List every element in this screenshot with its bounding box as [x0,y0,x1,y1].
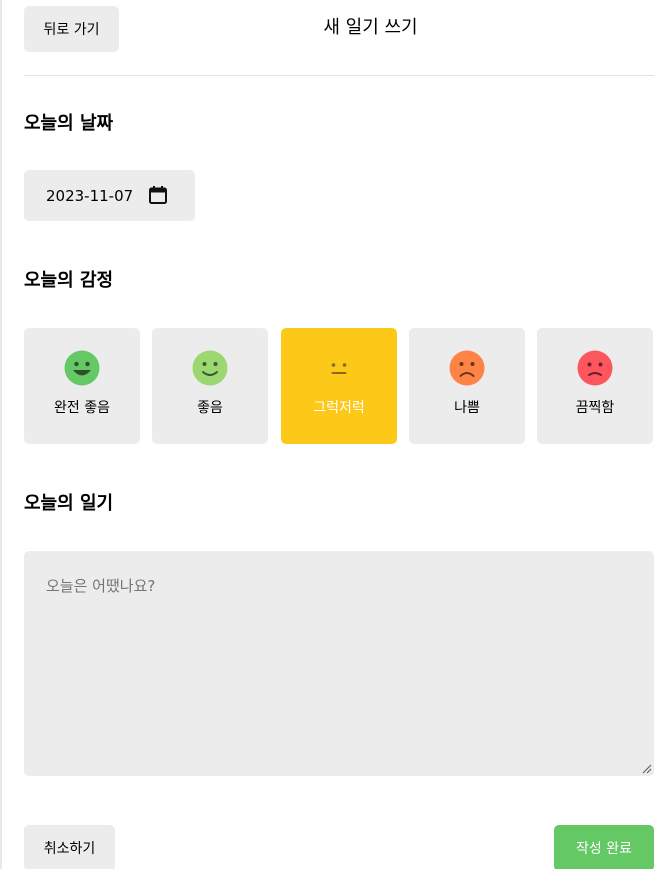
emotion-option-very-good[interactable]: 완전 좋음 [24,328,140,444]
emotion-label: 좋음 [197,400,223,416]
emotion-label: 끔찍함 [575,400,615,416]
emotion-option-soso[interactable]: 그럭저럭 [281,328,397,444]
emotion-section-title: 오늘의 감정 [24,270,114,291]
submit-button[interactable]: 작성 완료 [554,825,654,869]
emotion-label: 그럭저럭 [313,400,365,416]
emotion-option-terrible[interactable]: 끔찍함 [537,328,653,444]
sad-face-icon [449,350,485,386]
left-divider [0,0,2,869]
calendar-icon[interactable] [148,185,168,205]
emotion-label: 완전 좋음 [54,400,110,416]
page-title: 새 일기 쓰기 [323,17,418,38]
emotion-option-bad[interactable]: 나쁨 [409,328,525,444]
resize-grip-icon[interactable] [642,764,652,774]
cancel-button[interactable]: 취소하기 [24,825,115,869]
back-button[interactable]: 뒤로 가기 [24,6,119,52]
very-happy-face-icon [64,350,100,386]
very-sad-face-icon [577,350,613,386]
neutral-face-icon [321,350,357,386]
header-divider [24,75,654,76]
emotion-label: 나쁨 [454,400,480,416]
emotion-option-good[interactable]: 좋음 [152,328,268,444]
happy-face-icon [192,350,228,386]
diary-placeholder: 오늘은 어땠나요? [46,577,156,595]
diary-section-title: 오늘의 일기 [24,493,114,514]
date-section-title: 오늘의 날짜 [24,113,114,134]
date-value: 2023-11-07 [46,186,134,205]
diary-editor-page: 뒤로 가기 새 일기 쓰기 오늘의 날짜 2023-11-07 오늘의 감정 완… [0,0,671,869]
date-input[interactable]: 2023-11-07 [24,170,195,221]
diary-textarea[interactable]: 오늘은 어땠나요? [24,551,654,776]
